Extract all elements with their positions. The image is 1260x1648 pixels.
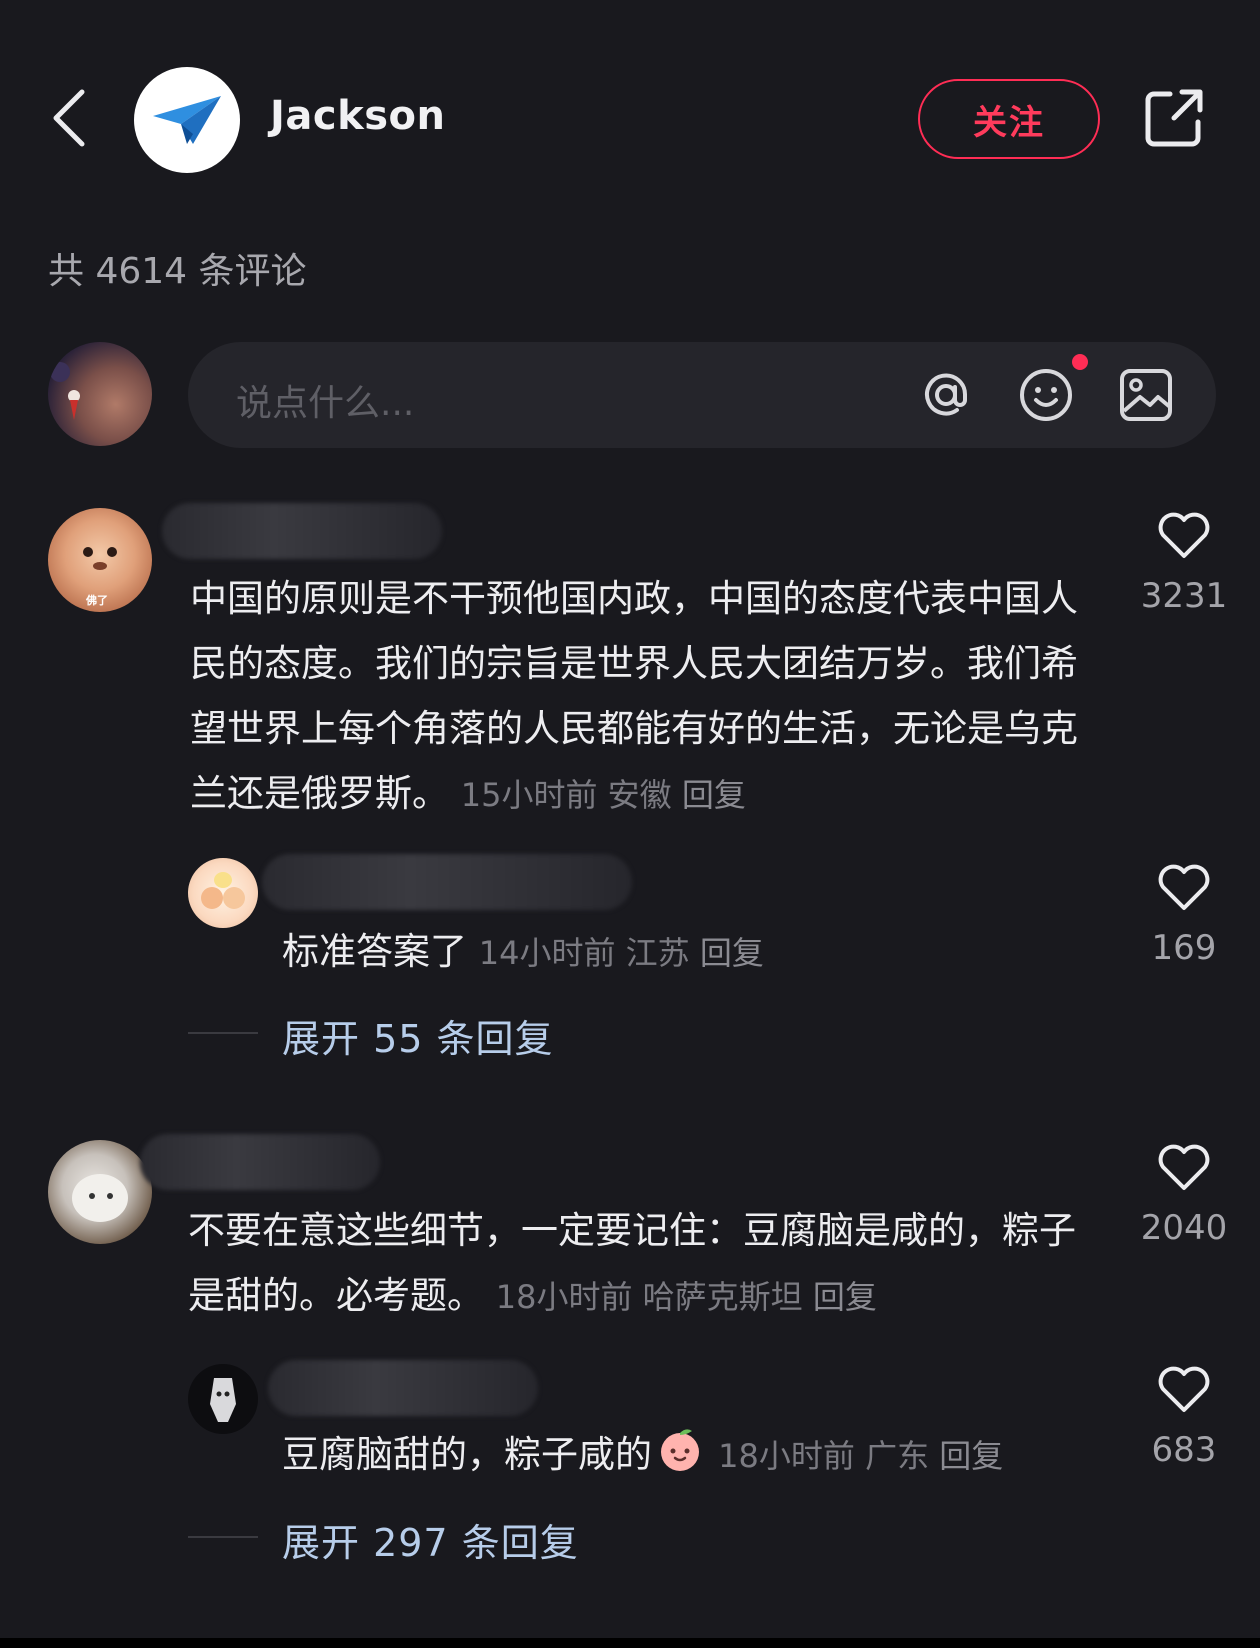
username-redacted [162, 503, 442, 559]
profile-name[interactable]: Jackson [270, 93, 445, 139]
reply-button[interactable]: 回复 [700, 934, 764, 972]
reply-body: 豆腐脑甜的，粽子咸的 18小时前 广东 回复 [282, 1422, 1102, 1493]
reply-location: 广东 [865, 1437, 930, 1475]
comment-location: 安徽 [607, 776, 672, 814]
commenter-avatar[interactable]: 佛了 [48, 508, 152, 612]
heart-icon [1158, 1366, 1210, 1412]
like-count: 2040 [1140, 1208, 1228, 1248]
share-button[interactable] [1142, 86, 1206, 150]
follow-button[interactable]: 关注 [918, 79, 1100, 159]
username-redacted [262, 854, 632, 910]
heart-icon [1158, 1144, 1210, 1190]
username-redacted [268, 1360, 538, 1416]
comment-location: 哈萨克斯坦 [642, 1278, 803, 1316]
commenter-avatar[interactable] [48, 1140, 152, 1244]
expand-replies-button[interactable]: 展开 297 条回复 [282, 1512, 579, 1567]
my-avatar [48, 342, 152, 446]
reply-avatar[interactable] [188, 1364, 258, 1434]
expand-divider [188, 1032, 258, 1034]
reply-button[interactable]: 回复 [682, 776, 746, 814]
comment-screen: Jackson 关注 共 4614 条评论 说点什么... 佛了 中国的原则是不… [0, 0, 1260, 1638]
comment-body: 不要在意这些细节，一定要记住：豆腐脑是咸的，粽子是甜的。必考题。 18小时前 哈… [188, 1198, 1088, 1330]
heart-icon [1158, 864, 1210, 910]
reply-avatar[interactable] [188, 858, 258, 928]
comment-count: 共 4614 条评论 [48, 251, 307, 292]
like-button[interactable]: 169 [1124, 864, 1244, 968]
cartoon-avatar-image [201, 872, 245, 909]
expand-replies-button[interactable]: 展开 55 条回复 [282, 1008, 554, 1063]
comment-input[interactable]: 说点什么... [188, 342, 1216, 448]
like-count: 169 [1151, 928, 1217, 968]
reply-button[interactable]: 回复 [813, 1278, 877, 1316]
profile-avatar[interactable] [134, 67, 240, 173]
reply-time: 18小时前 [718, 1437, 855, 1475]
like-button[interactable]: 3231 [1124, 512, 1244, 616]
avatar-badge: 佛了 [86, 594, 108, 607]
avatar-image [50, 362, 80, 420]
bunny-avatar-image [72, 1174, 128, 1222]
like-button[interactable]: 2040 [1124, 1144, 1244, 1248]
image-icon[interactable] [1118, 367, 1174, 423]
reply-location: 江苏 [625, 934, 690, 972]
reply-button[interactable]: 回复 [939, 1437, 1003, 1475]
like-count: 3231 [1140, 576, 1228, 616]
expand-divider [188, 1536, 258, 1538]
paper-plane-icon [153, 96, 221, 144]
heart-icon [1158, 512, 1210, 558]
comment-time: 18小时前 [495, 1278, 633, 1316]
username-redacted [140, 1134, 380, 1190]
comment-input-placeholder: 说点什么... [236, 383, 415, 424]
reply-body: 标准答案了 14小时前 江苏 回复 [282, 919, 1082, 986]
notification-dot [1072, 354, 1088, 370]
emoji-icon[interactable] [1018, 367, 1074, 423]
like-count: 683 [1151, 1430, 1217, 1470]
reply-text: 豆腐脑甜的，粽子咸的 [282, 1433, 652, 1476]
share-icon [1145, 89, 1203, 147]
mention-icon[interactable] [918, 367, 974, 423]
back-button[interactable] [48, 86, 92, 150]
like-button[interactable]: 683 [1124, 1366, 1244, 1470]
peach-emoji-icon [656, 1425, 704, 1493]
reply-text: 标准答案了 [282, 930, 467, 973]
chevron-left-icon [53, 89, 85, 147]
comment-body: 中国的原则是不干预他国内政，中国的态度代表中国人民的态度。我们的宗旨是世界人民大… [190, 566, 1090, 828]
reply-time: 14小时前 [478, 934, 616, 972]
comment-time: 15小时前 [460, 776, 598, 814]
anime-avatar-image [210, 1378, 236, 1422]
